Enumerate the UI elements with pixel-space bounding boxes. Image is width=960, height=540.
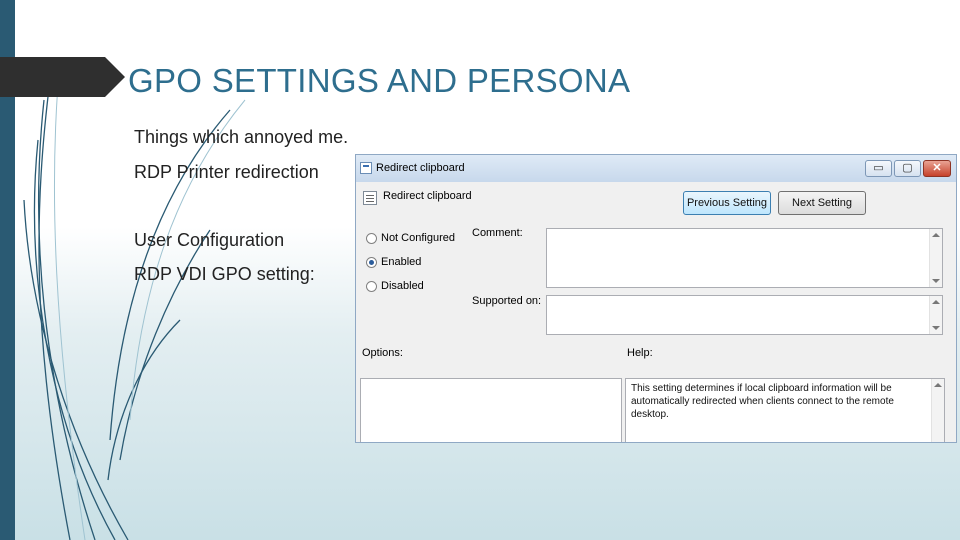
comment-label: Comment: [472, 227, 523, 239]
scroll-up-arrow-icon[interactable] [932, 300, 940, 304]
help-pane: This setting determines if local clipboa… [625, 378, 945, 442]
gpo-settings-dialog: Redirect clipboard ▭ ▢ ✕ Redirect clipbo… [355, 154, 957, 443]
radio-label: Enabled [381, 256, 422, 268]
bullet-text: Things which annoyed me. [134, 127, 349, 147]
scroll-up-arrow-icon[interactable] [932, 233, 940, 237]
help-scrollbar[interactable] [931, 379, 944, 442]
help-text: This setting determines if local clipboa… [631, 383, 894, 420]
supported-on-label: Supported on: [472, 295, 542, 307]
help-label: Help: [627, 347, 653, 359]
supported-on-scrollbar[interactable] [929, 296, 942, 334]
scroll-down-arrow-icon[interactable] [932, 326, 940, 330]
radio-label: Disabled [381, 280, 424, 292]
radio-button[interactable] [366, 233, 377, 244]
bullet-text: RDP Printer redirection [134, 162, 319, 182]
bullet-text: RDP VDI GPO setting: [134, 264, 315, 284]
previous-setting-button[interactable]: Previous Setting [683, 191, 771, 215]
policy-setting-icon [363, 191, 377, 205]
scroll-up-arrow-icon[interactable] [934, 383, 942, 387]
scroll-down-arrow-icon[interactable] [932, 279, 940, 283]
dialog-title: Redirect clipboard [376, 162, 465, 174]
radio-label: Not Configured [381, 232, 455, 244]
slide: GPO SETTINGS AND PERSONA Things which an… [0, 0, 960, 540]
minimize-button[interactable]: ▭ [865, 160, 892, 177]
close-button[interactable]: ✕ [923, 160, 951, 177]
slide-title: GPO SETTINGS AND PERSONA [128, 62, 631, 99]
options-label: Options: [362, 347, 403, 359]
options-pane [360, 378, 622, 442]
policy-window-icon [360, 162, 372, 174]
radio-button[interactable] [366, 281, 377, 292]
supported-on-box [546, 295, 943, 335]
bullet-text: User Configuration [134, 230, 285, 250]
next-setting-button[interactable]: Next Setting [778, 191, 866, 215]
policy-name: Redirect clipboard [383, 190, 472, 202]
comment-textbox[interactable] [546, 228, 943, 288]
radio-button-selected[interactable] [366, 257, 377, 268]
comment-scrollbar[interactable] [929, 229, 942, 287]
dialog-title-bar[interactable]: Redirect clipboard ▭ ▢ ✕ [356, 155, 956, 182]
title-arrow-shape [0, 57, 125, 97]
maximize-button[interactable]: ▢ [894, 160, 921, 177]
